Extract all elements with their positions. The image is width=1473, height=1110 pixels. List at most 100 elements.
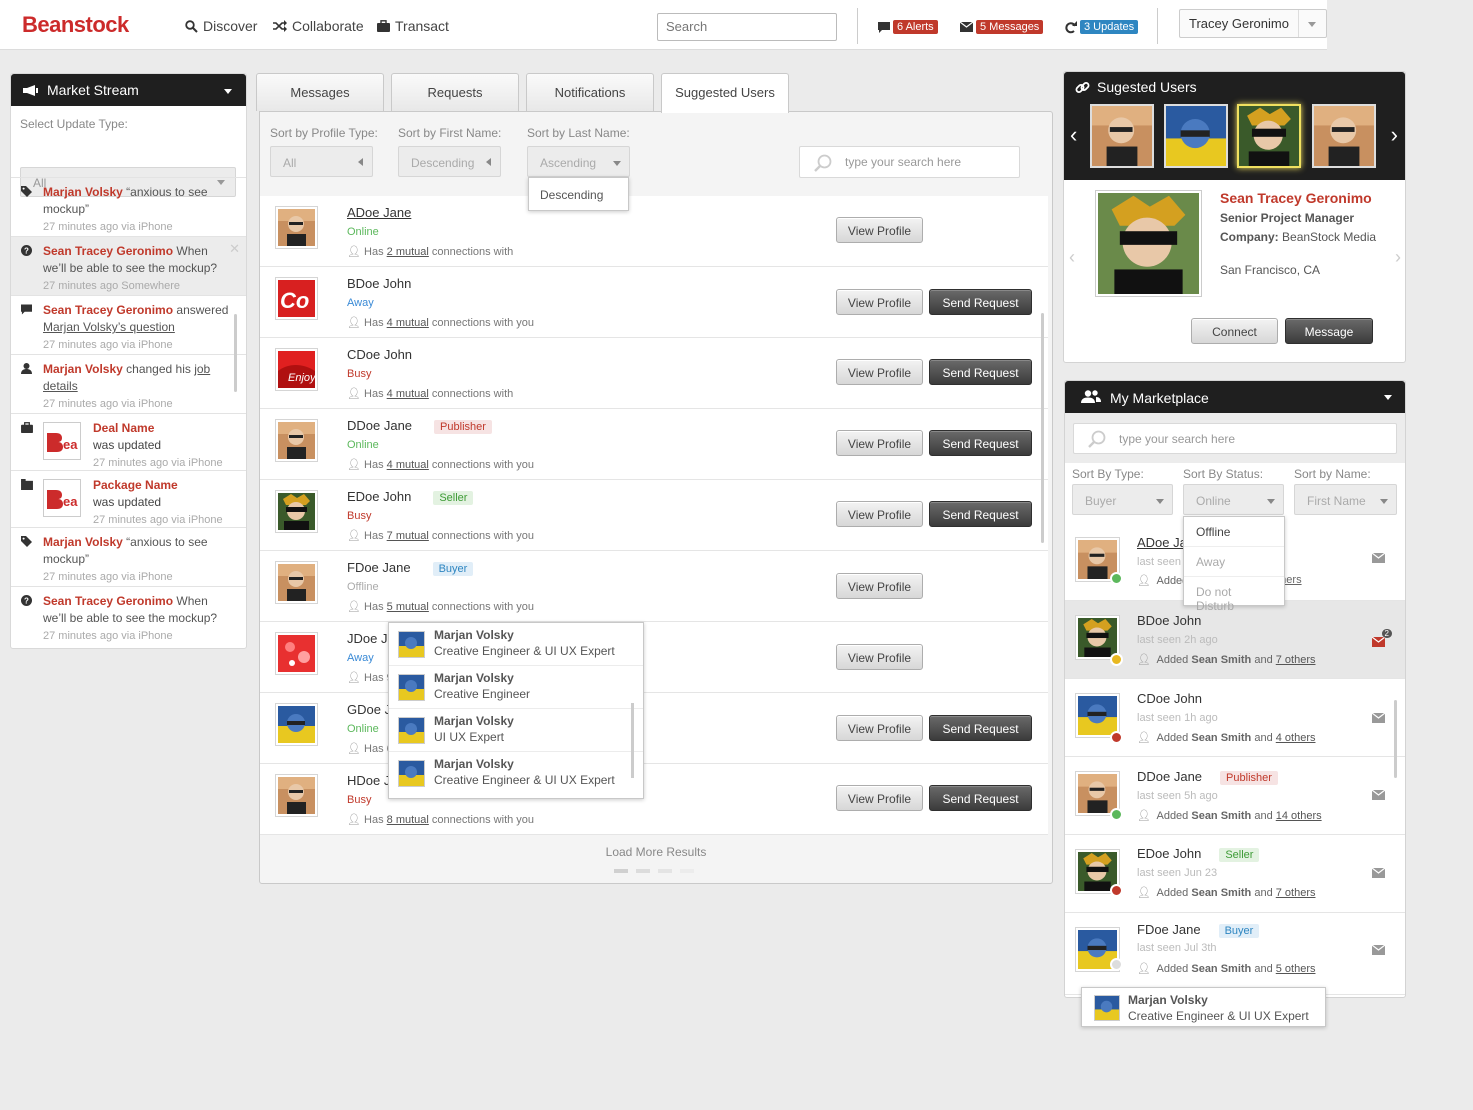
popup-item[interactable]: Marjan Volsky Creative Engineer & UI UX E…: [389, 623, 643, 666]
view-profile-button[interactable]: View Profile: [836, 501, 923, 527]
avatar[interactable]: [275, 632, 318, 675]
chevron-down-icon[interactable]: [224, 89, 232, 98]
avatar[interactable]: Enjoy: [275, 348, 318, 391]
dropdown-option-descending[interactable]: Descending: [540, 188, 603, 202]
alerts-link[interactable]: 6 Alerts: [878, 20, 938, 34]
envelope-icon[interactable]: [1372, 637, 1385, 647]
chevron-right-icon[interactable]: ›: [1395, 247, 1401, 268]
mutual-link[interactable]: 8 mutual: [387, 814, 429, 826]
others-link[interactable]: 4 others: [1276, 732, 1316, 744]
mutual-link[interactable]: 4 mutual: [387, 317, 429, 329]
mutual-link[interactable]: 5 mutual: [387, 601, 429, 613]
user-name[interactable]: BDoe John: [1137, 613, 1201, 628]
chevron-left-icon[interactable]: ‹: [1069, 247, 1075, 268]
avatar[interactable]: Co: [275, 277, 318, 320]
messages-link[interactable]: 5 Messages: [960, 20, 1044, 34]
stream-item[interactable]: Marjan Volsky “anxious to see mockup” 27 …: [11, 177, 246, 236]
stream-item[interactable]: ea Package Name was updated 27 minutes ago…: [11, 470, 246, 527]
user-menu-dropdown[interactable]: Tracey Geronimo: [1179, 9, 1327, 38]
status-option-away[interactable]: Away: [1184, 547, 1284, 577]
user-name[interactable]: DDoe Jane Publisher: [347, 418, 492, 434]
envelope-icon[interactable]: [1372, 945, 1385, 955]
marketplace-header[interactable]: My Marketplace: [1065, 381, 1405, 413]
pagination-dot[interactable]: [680, 869, 694, 873]
user-name[interactable]: GDoe J: [347, 702, 391, 717]
user-name[interactable]: FDoe Jane Buyer: [1137, 922, 1260, 938]
close-icon[interactable]: ✕: [229, 241, 240, 257]
tab-suggested-users[interactable]: Suggested Users: [661, 73, 789, 113]
mutual-link[interactable]: 7 mutual: [387, 530, 429, 542]
others-link[interactable]: 7 others: [1276, 887, 1316, 899]
user-name-link[interactable]: ADoe Jane: [347, 205, 411, 220]
send-request-button[interactable]: Send Request: [929, 785, 1032, 811]
popup-name[interactable]: Marjan Volsky: [1128, 993, 1208, 1007]
popup-item[interactable]: Marjan Volsky Creative Engineer: [389, 666, 643, 709]
envelope-icon[interactable]: [1372, 553, 1385, 563]
view-profile-button[interactable]: View Profile: [836, 785, 923, 811]
status-option-offline[interactable]: Offline: [1184, 517, 1284, 547]
beanstock-logo[interactable]: Beanstock: [22, 12, 129, 38]
tab-messages[interactable]: Messages: [256, 73, 384, 111]
user-name[interactable]: EDoe John Seller: [347, 489, 474, 505]
user-name[interactable]: HDoe J: [347, 773, 390, 788]
nav-discover[interactable]: Discover: [185, 18, 257, 34]
scrollbar[interactable]: [1041, 313, 1044, 543]
others-link[interactable]: 7 others: [1276, 654, 1316, 666]
send-request-button[interactable]: Send Request: [929, 359, 1032, 385]
send-request-button[interactable]: Send Request: [929, 501, 1032, 527]
user-name[interactable]: CDoe John: [347, 347, 412, 362]
user-search-input[interactable]: type your search here: [799, 146, 1020, 178]
stream-item[interactable]: Marjan Volsky “anxious to see mockup” 27 …: [11, 527, 246, 586]
user-name[interactable]: CDoe John: [1137, 691, 1202, 706]
type-select[interactable]: Buyer: [1072, 484, 1173, 515]
chevron-right-icon[interactable]: ›: [1391, 122, 1398, 148]
stream-item[interactable]: ea Deal Name was updated 27 minutes ago vi…: [11, 413, 246, 470]
stream-item[interactable]: Marjan Volsky changed his job details 27 …: [11, 354, 246, 413]
send-request-button[interactable]: Send Request: [929, 715, 1032, 741]
others-link[interactable]: 5 others: [1276, 963, 1316, 975]
stream-item[interactable]: ? Sean Tracey Geronimo When we’ll be abl…: [11, 586, 246, 648]
profile-photo[interactable]: [1095, 190, 1202, 297]
view-profile-button[interactable]: View Profile: [836, 430, 923, 456]
first-name-select[interactable]: Descending: [398, 146, 501, 177]
user-name[interactable]: JDoe J: [347, 631, 387, 646]
carousel-thumbnail[interactable]: [1164, 104, 1228, 168]
avatar[interactable]: [275, 703, 318, 746]
pagination-dot[interactable]: [636, 869, 650, 873]
scrollbar[interactable]: [1394, 700, 1397, 778]
send-request-button[interactable]: Send Request: [929, 289, 1032, 315]
marketplace-search-input[interactable]: type your search here: [1073, 423, 1397, 454]
market-stream-header[interactable]: Market Stream: [11, 74, 246, 106]
profile-name[interactable]: Sean Tracey Geronimo: [1220, 190, 1372, 206]
view-profile-button[interactable]: View Profile: [836, 715, 923, 741]
user-name[interactable]: BDoe John: [347, 276, 411, 291]
envelope-icon[interactable]: [1372, 868, 1385, 878]
load-more-button[interactable]: Load More Results: [260, 845, 1052, 859]
pagination-dot[interactable]: [614, 869, 628, 873]
scrollbar[interactable]: [631, 703, 634, 778]
chevron-left-icon[interactable]: ‹: [1070, 122, 1077, 148]
envelope-icon[interactable]: [1372, 790, 1385, 800]
message-button[interactable]: Message: [1285, 318, 1373, 344]
view-profile-button[interactable]: View Profile: [836, 359, 923, 385]
nav-collaborate[interactable]: Collaborate: [273, 18, 364, 34]
user-name-link[interactable]: ADoe Ja: [1137, 535, 1187, 550]
profile-type-select[interactable]: All: [270, 146, 373, 177]
question-link[interactable]: Marjan Volsky’s question: [43, 320, 175, 334]
stream-item[interactable]: Sean Tracey Geronimo answered Marjan Vols…: [11, 295, 246, 354]
nav-transact[interactable]: Transact: [377, 18, 449, 34]
popup-item[interactable]: Marjan Volsky UI UX Expert: [389, 709, 643, 752]
status-option-do-not-disturb[interactable]: Do not Disturb: [1184, 577, 1284, 613]
mutual-link[interactable]: 4 mutual: [387, 459, 429, 471]
avatar[interactable]: [275, 206, 318, 249]
name-select[interactable]: First Name: [1294, 484, 1397, 515]
carousel-thumbnail[interactable]: [1090, 104, 1154, 168]
user-name[interactable]: DDoe Jane Publisher: [1137, 769, 1278, 785]
view-profile-button[interactable]: View Profile: [836, 289, 923, 315]
stream-item[interactable]: ? Sean Tracey Geronimo When we’ll be abl…: [11, 236, 246, 295]
status-select[interactable]: Online: [1183, 484, 1284, 515]
view-profile-button[interactable]: View Profile: [836, 644, 923, 670]
popup-item[interactable]: Marjan Volsky Creative Engineer & UI UX E…: [389, 752, 643, 795]
mutual-link[interactable]: 2 mutual: [387, 246, 429, 258]
user-name[interactable]: EDoe John Seller: [1137, 846, 1260, 862]
